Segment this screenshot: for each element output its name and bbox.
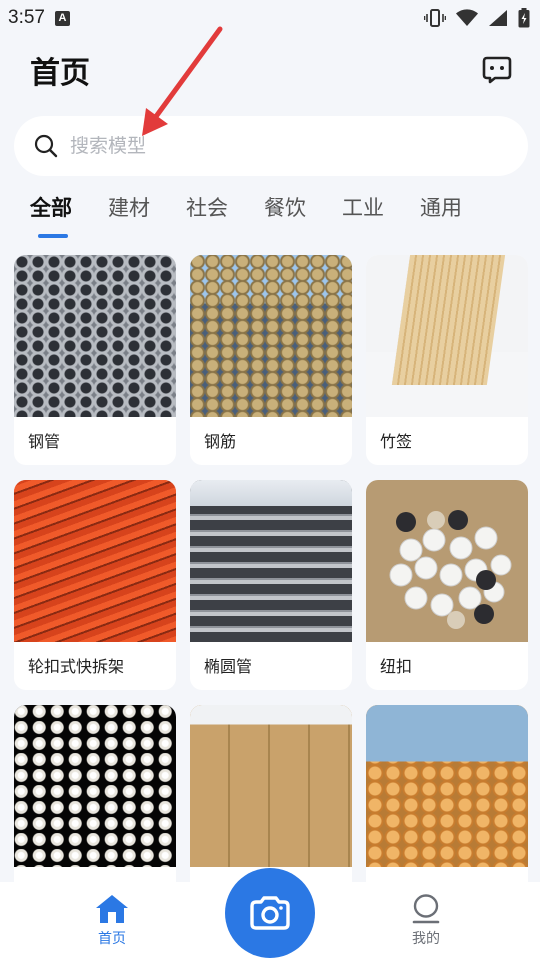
nav-mine[interactable]: 我的	[386, 894, 466, 948]
model-thumbnail	[14, 705, 176, 867]
tab-label: 全部	[30, 196, 72, 220]
status-time: 3:57	[8, 7, 45, 28]
tab-label: 社会	[186, 196, 228, 220]
status-icons	[424, 8, 530, 28]
tab-catering[interactable]: 餐饮	[264, 192, 342, 242]
model-card-scaffold[interactable]: 轮扣式快拆架	[14, 480, 176, 690]
status-bar: 3:57 A	[0, 0, 540, 36]
home-icon	[96, 895, 128, 923]
battery-icon	[518, 8, 530, 28]
message-button[interactable]	[480, 53, 514, 87]
model-label: 钢管	[28, 432, 61, 451]
page-title: 首页	[30, 56, 90, 91]
model-label: 轮扣式快拆架	[28, 657, 125, 676]
model-label: 椭圆管	[204, 657, 253, 676]
camera-button[interactable]	[225, 868, 315, 958]
tab-general[interactable]: 通用	[420, 192, 498, 242]
model-thumbnail	[366, 480, 528, 642]
model-label: 钢筋	[204, 432, 237, 451]
search-bar[interactable]	[14, 116, 528, 176]
model-card-rebar[interactable]: 钢筋	[190, 255, 352, 465]
vibrate-icon	[424, 9, 446, 27]
model-label: 竹签	[380, 432, 413, 451]
user-icon	[412, 894, 440, 924]
tab-label: 餐饮	[264, 196, 306, 220]
tab-all[interactable]: 全部	[30, 192, 108, 242]
category-tabs: 全部 建材 社会 餐饮 工业 通用	[30, 192, 498, 242]
model-card-bamboo-stick[interactable]: 竹签	[366, 255, 528, 465]
nav-mine-label: 我的	[412, 931, 440, 947]
nav-home[interactable]: 首页	[72, 894, 152, 948]
buttons-image	[389, 510, 512, 629]
search-input[interactable]	[70, 135, 470, 157]
tab-building-materials[interactable]: 建材	[108, 192, 186, 242]
model-card-button[interactable]: 纽扣	[366, 480, 528, 690]
model-thumbnail	[14, 255, 176, 417]
tab-industry[interactable]: 工业	[342, 192, 420, 242]
camera-icon	[250, 896, 290, 930]
model-thumbnail	[366, 705, 528, 867]
model-grid: 钢管 钢筋 竹签 轮扣式快拆架 椭圆管 纽扣	[14, 255, 528, 915]
model-thumbnail	[14, 480, 176, 642]
tab-label: 通用	[420, 196, 462, 220]
wifi-icon	[456, 9, 478, 26]
model-thumbnail	[366, 255, 528, 417]
model-label: 纽扣	[380, 657, 413, 676]
header: 首页	[30, 48, 514, 92]
model-card-steel-pipe[interactable]: 钢管	[14, 255, 176, 465]
active-tab-indicator	[38, 234, 68, 238]
model-thumbnail	[190, 255, 352, 417]
search-icon	[34, 134, 58, 158]
signal-icon	[489, 10, 507, 26]
model-thumbnail	[190, 705, 352, 867]
model-thumbnail	[190, 480, 352, 642]
tab-label: 建材	[108, 196, 150, 220]
tab-social[interactable]: 社会	[186, 192, 264, 242]
message-icon	[482, 56, 512, 84]
app-notification-icon: A	[54, 10, 70, 26]
nav-home-label: 首页	[98, 931, 126, 947]
model-card-oval-pipe[interactable]: 椭圆管	[190, 480, 352, 690]
tab-label: 工业	[342, 196, 384, 220]
